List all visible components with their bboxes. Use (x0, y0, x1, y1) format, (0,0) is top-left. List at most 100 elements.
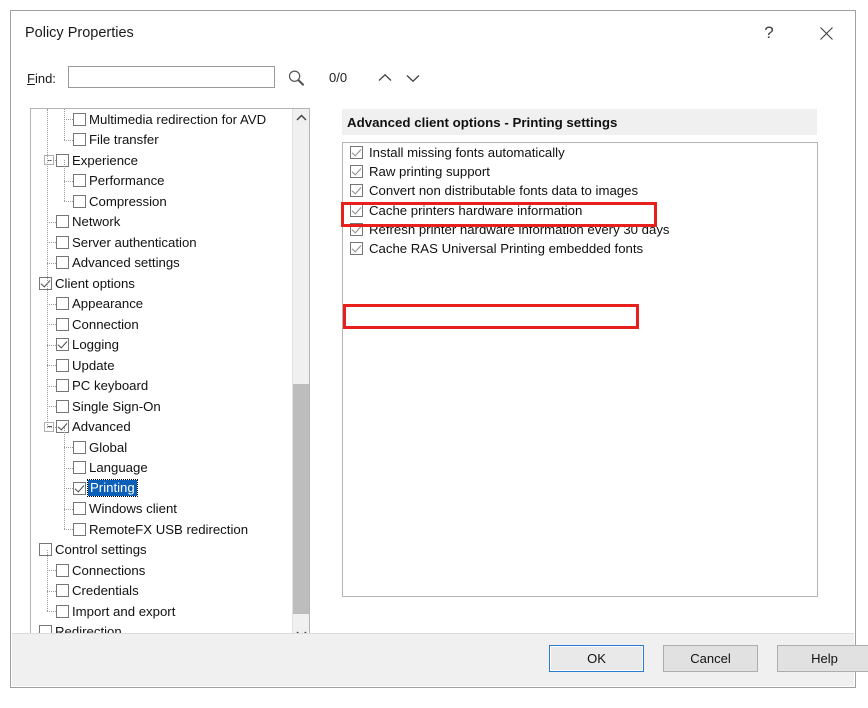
option-label: Install missing fonts automatically (369, 146, 565, 159)
tree-item[interactable]: Compression (31, 191, 292, 212)
tree-item-label: Compression (88, 195, 167, 208)
page-title: Advanced client options - Printing setti… (342, 115, 617, 130)
tree-item[interactable]: Advanced (31, 417, 292, 438)
option-checkbox[interactable] (350, 242, 363, 255)
tree-item[interactable]: PC keyboard (31, 376, 292, 397)
tree-scrollbar[interactable] (292, 109, 309, 642)
tree-item[interactable]: Connection (31, 314, 292, 335)
ok-button[interactable]: OK (549, 645, 644, 672)
tree-scroll-area: Multimedia redirection for AVD File trans… (31, 109, 292, 642)
tree-expander-collapse-icon[interactable] (44, 155, 54, 165)
tree-item-checkbox[interactable] (73, 441, 86, 454)
tree-item-checkbox[interactable] (56, 318, 69, 331)
tree-item-checkbox[interactable] (56, 605, 69, 618)
option-checkbox[interactable] (350, 184, 363, 197)
tree-item-checkbox[interactable] (73, 461, 86, 474)
tree-item-label: Logging (71, 338, 119, 351)
tree-item-checkbox[interactable] (73, 133, 86, 146)
close-icon[interactable] (806, 17, 846, 49)
tree-item[interactable]: Update (31, 355, 292, 376)
tree-item[interactable]: Experience (31, 150, 292, 171)
option-checkbox[interactable] (350, 223, 363, 236)
scrollbar-thumb[interactable] (293, 384, 310, 614)
tree-expander-collapse-icon[interactable] (44, 422, 54, 432)
option-checkbox[interactable] (350, 165, 363, 178)
dialog-footer: OK Cancel Help (12, 633, 854, 686)
option-label: Convert non distributable fonts data to … (369, 184, 638, 197)
chevron-down-icon[interactable] (402, 68, 424, 88)
option-row[interactable]: Raw printing support (343, 162, 817, 181)
tree-item[interactable]: Server authentication (31, 232, 292, 253)
find-toolbar: Find: 0/0 (11, 57, 855, 103)
tree-item[interactable]: Global (31, 437, 292, 458)
tree-item-checkbox[interactable] (73, 482, 86, 495)
tree-item-checkbox[interactable] (56, 584, 69, 597)
tree-item-label: Import and export (71, 605, 175, 618)
option-row[interactable]: Convert non distributable fonts data to … (343, 181, 817, 200)
tree-item-checkbox[interactable] (56, 236, 69, 249)
tree-item-label: Global (88, 441, 127, 454)
tree-item[interactable]: Single Sign-On (31, 396, 292, 417)
tree-item[interactable]: Control settings (31, 540, 292, 561)
dialog-client-area: Find: 0/0 Multim (11, 57, 855, 687)
tree-item[interactable]: Language (31, 458, 292, 479)
tree-item-label: Appearance (71, 297, 143, 310)
scroll-up-icon[interactable] (293, 109, 310, 126)
tree-item-checkbox[interactable] (73, 113, 86, 126)
option-checkbox[interactable] (350, 204, 363, 217)
tree-item[interactable]: Performance (31, 171, 292, 192)
tree-item-label: Advanced settings (71, 256, 180, 269)
tree-item-label: Multimedia redirection for AVD (88, 113, 266, 126)
printing-options-list[interactable]: Install missing fonts automatically Raw p… (342, 142, 818, 597)
tree-item-label: Network (71, 215, 120, 228)
tree-item[interactable]: Connections (31, 560, 292, 581)
tree-item-checkbox[interactable] (39, 277, 52, 290)
tree-item[interactable]: Advanced settings (31, 253, 292, 274)
option-row[interactable]: Refresh printer hardware information eve… (343, 220, 817, 239)
tree-item-label: Single Sign-On (71, 400, 161, 413)
tree-item[interactable]: File transfer (31, 130, 292, 151)
magnifier-icon[interactable] (287, 69, 305, 87)
tree-item-label: Control settings (54, 543, 147, 556)
option-row[interactable]: Cache RAS Universal Printing embedded fo… (343, 239, 817, 258)
tree-item-checkbox[interactable] (73, 195, 86, 208)
find-label: Find: (27, 71, 56, 86)
chevron-up-icon[interactable] (374, 68, 396, 88)
tree-item[interactable]: Appearance (31, 294, 292, 315)
option-label: Cache RAS Universal Printing embedded fo… (369, 242, 643, 255)
tree-item-checkbox[interactable] (56, 256, 69, 269)
tree-item-checkbox[interactable] (39, 543, 52, 556)
tree-item[interactable]: Windows client (31, 499, 292, 520)
tree-item-checkbox[interactable] (56, 359, 69, 372)
tree-item-checkbox[interactable] (56, 297, 69, 310)
tree-item[interactable]: Logging (31, 335, 292, 356)
cancel-button[interactable]: Cancel (663, 645, 758, 672)
tree-item-checkbox[interactable] (73, 174, 86, 187)
option-row[interactable]: Install missing fonts automatically (343, 143, 817, 162)
tree-item[interactable]: Multimedia redirection for AVD (31, 109, 292, 130)
find-input[interactable] (68, 66, 275, 88)
tree-item[interactable]: Import and export (31, 601, 292, 622)
policy-properties-dialog: Policy Properties ? Find: 0/0 (10, 10, 856, 688)
title-bar: Policy Properties ? (11, 11, 855, 57)
tree-item[interactable]: RemoteFX USB redirection (31, 519, 292, 540)
tree-item-checkbox[interactable] (56, 400, 69, 413)
tree-item-checkbox[interactable] (56, 564, 69, 577)
tree-item-checkbox[interactable] (56, 379, 69, 392)
tree-item-label: Advanced (71, 420, 131, 433)
question-mark-icon[interactable]: ? (749, 17, 789, 49)
option-row[interactable]: Cache printers hardware information (343, 201, 817, 220)
tree-item-checkbox[interactable] (73, 523, 86, 536)
tree-item-checkbox[interactable] (56, 338, 69, 351)
tree-item[interactable]: Client options (31, 273, 292, 294)
tree-item-checkbox[interactable] (56, 215, 69, 228)
tree-item-checkbox[interactable] (56, 420, 69, 433)
tree-item-checkbox[interactable] (73, 502, 86, 515)
help-button[interactable]: Help (777, 645, 868, 672)
tree-item[interactable]: Printing (31, 478, 292, 499)
settings-tree-panel[interactable]: Multimedia redirection for AVD File trans… (30, 108, 310, 643)
tree-item[interactable]: Credentials (31, 581, 292, 602)
tree-item-checkbox[interactable] (56, 154, 69, 167)
option-checkbox[interactable] (350, 146, 363, 159)
tree-item[interactable]: Network (31, 212, 292, 233)
